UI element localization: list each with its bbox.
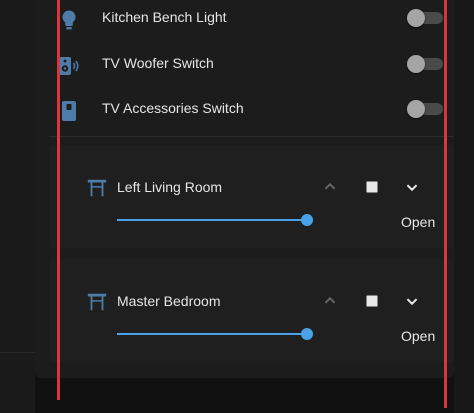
entities-card: Kitchen Bench Light TV Woofer Switch TV … bbox=[35, 0, 454, 378]
toggle-knob bbox=[407, 55, 425, 73]
slider-thumb[interactable] bbox=[301, 214, 313, 226]
entity-label: TV Accessories Switch bbox=[102, 100, 244, 116]
left-panel-divider bbox=[0, 352, 35, 353]
speaker-icon bbox=[59, 57, 79, 75]
slider-track bbox=[117, 333, 307, 335]
section-divider bbox=[49, 136, 454, 137]
tv-accessories-switch-toggle[interactable] bbox=[407, 100, 443, 118]
entity-row-tv-woofer-switch[interactable]: TV Woofer Switch bbox=[35, 46, 454, 92]
stop-icon[interactable] bbox=[361, 176, 383, 198]
dashboard-page: Kitchen Bench Light TV Woofer Switch TV … bbox=[0, 0, 474, 413]
chevron-up-icon[interactable] bbox=[319, 176, 341, 198]
chevron-down-icon[interactable] bbox=[401, 176, 423, 198]
cover-state: Open bbox=[401, 214, 436, 230]
tv-woofer-switch-toggle[interactable] bbox=[407, 55, 443, 73]
left-panel bbox=[0, 0, 35, 413]
cover-position-slider[interactable] bbox=[117, 213, 313, 227]
cover-left-living-room: Left Living Room Open bbox=[49, 145, 454, 248]
chevron-down-icon[interactable] bbox=[401, 290, 423, 312]
stop-icon[interactable] bbox=[361, 290, 383, 312]
cover-state: Open bbox=[401, 328, 436, 344]
toggle-knob bbox=[407, 100, 425, 118]
entity-label: TV Woofer Switch bbox=[102, 55, 214, 71]
slider-track bbox=[117, 219, 307, 221]
cover-name: Left Living Room bbox=[117, 179, 223, 195]
toggle-knob bbox=[407, 9, 425, 27]
entity-row-kitchen-bench-light[interactable]: Kitchen Bench Light bbox=[35, 0, 454, 46]
chevron-up-icon[interactable] bbox=[319, 290, 341, 312]
slider-thumb[interactable] bbox=[301, 328, 313, 340]
entity-row-tv-accessories-switch[interactable]: TV Accessories Switch bbox=[35, 91, 454, 137]
highlight-line-right bbox=[444, 0, 447, 408]
blinds-icon bbox=[87, 293, 107, 311]
lightbulb-icon bbox=[62, 10, 76, 30]
switch-icon bbox=[62, 101, 76, 121]
cover-position-slider[interactable] bbox=[117, 327, 313, 341]
kitchen-bench-light-toggle[interactable] bbox=[407, 9, 443, 27]
entity-label: Kitchen Bench Light bbox=[102, 9, 227, 25]
blinds-icon bbox=[87, 179, 107, 197]
cover-name: Master Bedroom bbox=[117, 293, 221, 309]
highlight-line-left bbox=[57, 0, 60, 400]
cover-master-bedroom: Master Bedroom Open bbox=[49, 259, 454, 362]
right-panel bbox=[454, 0, 474, 413]
